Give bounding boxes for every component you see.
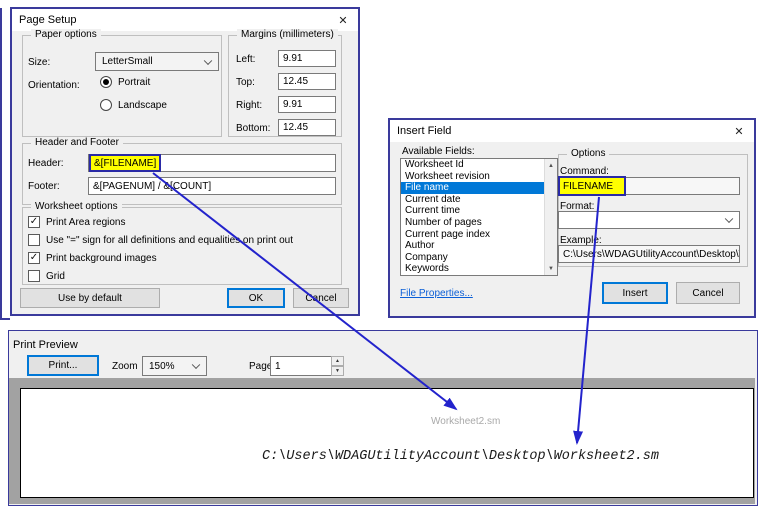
page-label: Page [249, 361, 272, 372]
margin-right-input[interactable]: 9.91 [278, 96, 336, 113]
checkbox-unchecked-icon [28, 270, 40, 282]
list-item-worksheet-revision[interactable]: Worksheet revision [401, 171, 557, 183]
print-preview-window: Print Preview Print... Zoom 150% Page 1 … [8, 330, 758, 506]
checkbox-print-background-images[interactable]: ✓ Print background images [28, 252, 157, 264]
ok-button[interactable]: OK [227, 288, 285, 308]
format-select[interactable] [558, 211, 740, 229]
checkbox-label: Use "=" sign for all definitions and equ… [46, 235, 293, 246]
size-label: Size: [28, 57, 50, 68]
radio-selected-icon [100, 76, 112, 88]
list-item-company[interactable]: Company [401, 252, 557, 264]
margin-left-input[interactable]: 9.91 [278, 50, 336, 67]
orientation-label: Orientation: [28, 80, 80, 91]
size-value: LetterSmall [102, 56, 153, 67]
zoom-value: 150% [149, 361, 175, 372]
checkbox-print-area-regions[interactable]: ✓ Print Area regions [28, 216, 126, 228]
options-legend: Options [567, 148, 609, 159]
margin-top-input[interactable]: 12.45 [278, 73, 336, 90]
print-preview-title: Print Preview [13, 339, 78, 351]
page-setup-dialog: Page Setup ✕ Paper options Size: LetterS… [10, 7, 360, 316]
page-spinner[interactable]: ▲ ▼ [331, 356, 344, 376]
list-item-number-of-pages[interactable]: Number of pages [401, 217, 557, 229]
margin-bottom-input[interactable]: 12.45 [278, 119, 336, 136]
chevron-down-icon [192, 361, 200, 369]
landscape-radio[interactable]: Landscape [100, 99, 167, 111]
header-value-highlight: &[FILENAME] [89, 154, 161, 172]
insert-field-title: Insert Field [397, 125, 451, 137]
portrait-radio[interactable]: Portrait [100, 76, 150, 88]
close-icon: ✕ [734, 125, 743, 138]
cancel-button[interactable]: Cancel [676, 282, 740, 304]
checkbox-label: Print background images [46, 253, 157, 264]
checkbox-label: Grid [46, 271, 65, 282]
page-setup-titlebar: Page Setup ✕ [12, 9, 358, 31]
close-button[interactable]: ✕ [328, 9, 358, 31]
chevron-down-icon [725, 215, 733, 223]
checkbox-grid[interactable]: Grid [28, 270, 65, 282]
spinner-up-icon[interactable]: ▲ [331, 356, 344, 366]
list-item-current-page-index[interactable]: Current page index [401, 229, 557, 241]
insert-field-titlebar: Insert Field ✕ [390, 120, 754, 142]
footer-label: Footer: [28, 181, 60, 192]
preview-header-text: Worksheet2.sm [431, 416, 500, 427]
margin-bottom-label: Bottom: [236, 123, 270, 134]
list-item-file-name-selected[interactable]: File name [401, 182, 557, 194]
margin-top-label: Top: [236, 77, 255, 88]
cancel-button[interactable]: Cancel [293, 288, 349, 308]
preview-viewport: Worksheet2.sm C:\Users\WDAGUtilityAccoun… [9, 378, 755, 504]
preview-page: Worksheet2.sm C:\Users\WDAGUtilityAccoun… [20, 388, 754, 498]
paper-options-legend: Paper options [31, 29, 101, 40]
use-by-default-button[interactable]: Use by default [20, 288, 160, 308]
page-number-input[interactable]: 1 [270, 356, 332, 376]
list-item-author[interactable]: Author [401, 240, 557, 252]
available-fields-label: Available Fields: [402, 146, 475, 157]
list-scrollbar[interactable]: ▲ ▼ [544, 159, 557, 275]
margin-right-label: Right: [236, 100, 262, 111]
close-icon: ✕ [338, 14, 347, 27]
spinner-down-icon[interactable]: ▼ [331, 366, 344, 376]
list-item-worksheet-id[interactable]: Worksheet Id [401, 159, 557, 171]
command-value-highlight: FILENAME [558, 176, 626, 196]
checkbox-equals-sign[interactable]: Use "=" sign for all definitions and equ… [28, 234, 293, 246]
close-button[interactable]: ✕ [724, 120, 754, 142]
header-footer-legend: Header and Footer [31, 137, 123, 148]
file-properties-link[interactable]: File Properties... [400, 288, 473, 299]
checkbox-label: Print Area regions [46, 217, 126, 228]
background-window-edge [0, 8, 10, 320]
insert-button[interactable]: Insert [602, 282, 668, 304]
list-item-current-time[interactable]: Current time [401, 205, 557, 217]
zoom-label: Zoom [112, 361, 138, 372]
landscape-radio-label: Landscape [118, 100, 167, 111]
checkbox-unchecked-icon [28, 234, 40, 246]
list-item-current-date[interactable]: Current date [401, 194, 557, 206]
header-label: Header: [28, 158, 64, 169]
header-footer-group: Header and Footer [22, 143, 342, 205]
margin-left-label: Left: [236, 54, 255, 65]
portrait-radio-label: Portrait [118, 77, 150, 88]
page-setup-title: Page Setup [19, 14, 77, 26]
print-button[interactable]: Print... [27, 355, 99, 376]
worksheet-options-legend: Worksheet options [31, 201, 122, 212]
margins-legend: Margins (millimeters) [237, 29, 338, 40]
insert-field-dialog: Insert Field ✕ Available Fields: Workshe… [388, 118, 756, 318]
list-item-keywords[interactable]: Keywords [401, 263, 557, 275]
footer-input[interactable]: &[PAGENUM] / &[COUNT] [88, 177, 336, 195]
chevron-down-icon [204, 56, 212, 64]
scroll-up-icon[interactable]: ▲ [545, 159, 557, 172]
checkbox-checked-icon: ✓ [28, 252, 40, 264]
zoom-select[interactable]: 150% [142, 356, 207, 376]
preview-path-text: C:\Users\WDAGUtilityAccount\Desktop\Work… [262, 449, 659, 464]
radio-unselected-icon [100, 99, 112, 111]
checkbox-checked-icon: ✓ [28, 216, 40, 228]
available-fields-list[interactable]: Worksheet Id Worksheet revision File nam… [400, 158, 558, 276]
example-value: C:\Users\WDAGUtilityAccount\Desktop\Wo [558, 245, 740, 263]
scroll-down-icon[interactable]: ▼ [545, 262, 557, 275]
size-select[interactable]: LetterSmall [95, 52, 219, 71]
